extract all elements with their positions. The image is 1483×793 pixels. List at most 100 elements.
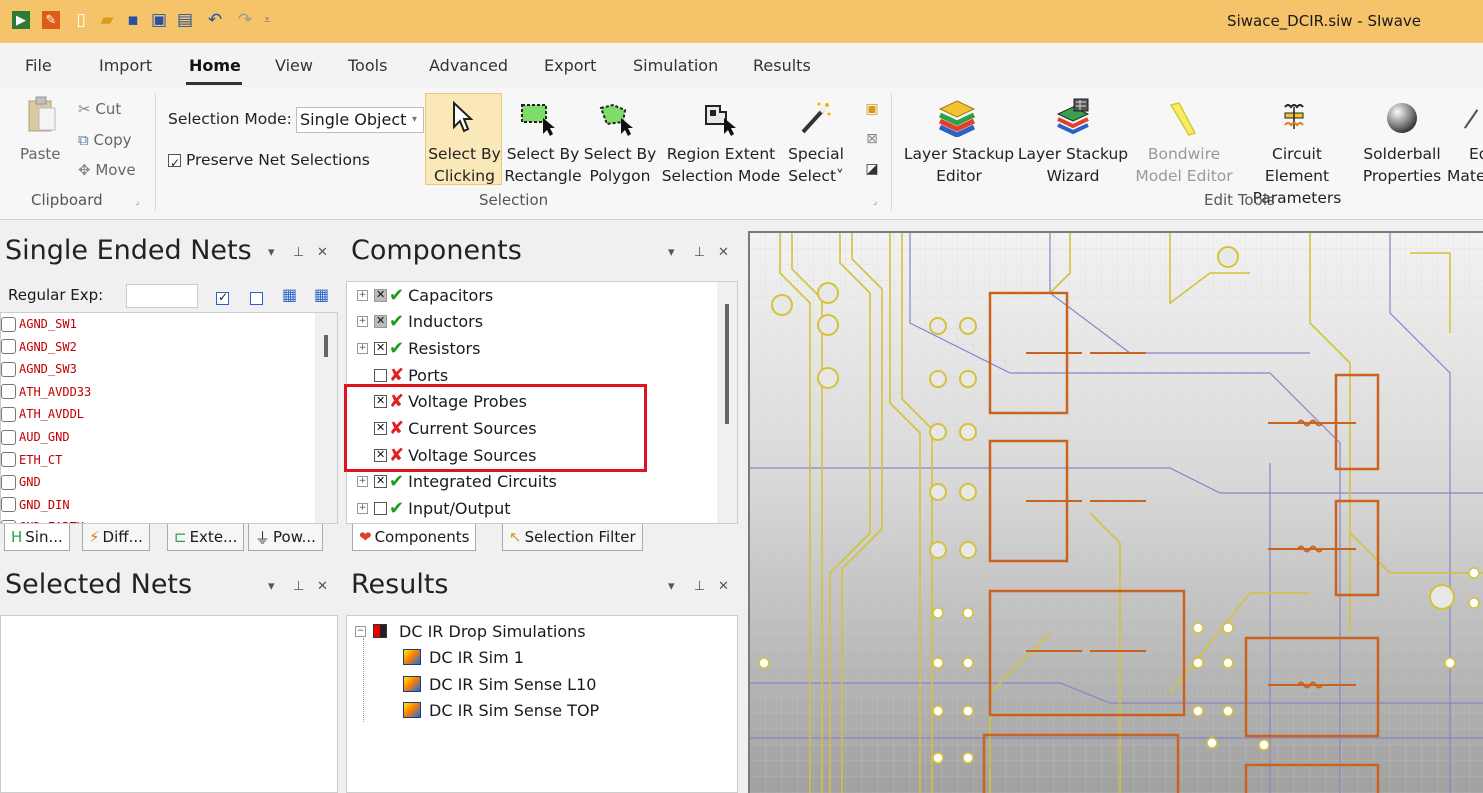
undo-icon[interactable]: ↶	[206, 10, 224, 30]
clipboard-launcher-icon[interactable]: ⌟	[135, 197, 139, 207]
preserve-net-selections-checkbox[interactable]: Preserve Net Selections	[168, 149, 370, 174]
menu-import[interactable]: Import	[99, 56, 152, 75]
net-checkbox[interactable]	[1, 361, 16, 377]
filter-grid-alt-icon[interactable]: ▦	[314, 285, 329, 304]
bondwire-model-editor-button[interactable]: Bondwire Model Editor	[1131, 143, 1237, 187]
check-all-icon[interactable]	[216, 289, 229, 307]
component-checkbox[interactable]	[374, 288, 387, 302]
net-list-item[interactable]: AGND_SW1	[1, 313, 77, 335]
paste-button[interactable]: Paste	[20, 143, 61, 165]
menu-view[interactable]: View	[275, 56, 313, 75]
save-all-icon[interactable]: ▤	[176, 10, 194, 30]
select-by-polygon-button[interactable]: Select By Polygon	[583, 143, 657, 187]
cut-button[interactable]: ✂ Cut	[78, 98, 121, 120]
panel-menu-icon[interactable]: ▾	[668, 245, 675, 260]
net-list-item[interactable]: AGND_SW3	[1, 358, 77, 380]
menu-simulation[interactable]: Simulation	[633, 56, 718, 75]
net-list-item[interactable]: GND	[1, 471, 41, 493]
tab-single-ended[interactable]: H Sin...	[4, 524, 70, 551]
net-checkbox[interactable]	[1, 406, 16, 422]
expand-icon[interactable]: +	[357, 503, 368, 515]
scroll-thumb[interactable]	[324, 335, 328, 357]
special-select-button[interactable]: Special Select˅	[785, 143, 847, 187]
expand-icon[interactable]: +	[357, 476, 368, 488]
net-list-item[interactable]: AGND_SW2	[1, 336, 77, 358]
uncheck-all-icon[interactable]	[250, 289, 263, 307]
select-by-rectangle-button[interactable]: Select By Rectangle	[504, 143, 582, 187]
customize-icon[interactable]: ⩡	[258, 11, 276, 29]
redo-icon[interactable]: ↷	[236, 10, 254, 30]
menu-file[interactable]: File	[25, 56, 52, 75]
net-list-item[interactable]: AUD_GND	[1, 426, 70, 448]
component-checkbox[interactable]	[374, 314, 387, 329]
components-scrollbar[interactable]	[717, 282, 737, 523]
select-small-icon-1[interactable]: ▣	[862, 99, 882, 119]
regex-input[interactable]	[126, 284, 198, 308]
menu-export[interactable]: Export	[544, 56, 596, 75]
component-tree-item[interactable]: + ✔Inductors	[357, 309, 483, 335]
component-checkbox[interactable]	[374, 368, 387, 382]
solderball-properties-button[interactable]: Solderball Properties	[1358, 143, 1446, 187]
save-icon[interactable]: ▪	[124, 10, 142, 30]
selection-launcher-icon[interactable]: ⌟	[873, 197, 877, 207]
panel-menu-icon[interactable]: ▾	[668, 579, 675, 594]
net-list-item[interactable]: GND_EARTH	[1, 516, 84, 523]
save-as-icon[interactable]: ▣	[150, 10, 168, 30]
component-checkbox[interactable]	[374, 502, 387, 516]
tab-extended[interactable]: ⊏ Exte...	[167, 524, 245, 551]
pcb-layout-canvas[interactable]	[748, 231, 1483, 793]
selection-mode-select[interactable]: Single Object ▾	[296, 107, 424, 133]
panel-menu-icon[interactable]: ▾	[268, 245, 275, 260]
tab-selection-filter[interactable]: ↖ Selection Filter	[502, 524, 643, 551]
net-checkbox[interactable]	[1, 316, 16, 332]
paste-icon[interactable]	[24, 95, 60, 135]
pin-icon[interactable]: ⊥	[293, 579, 304, 594]
result-item[interactable]: DC IR Sim 1	[403, 644, 524, 670]
component-checkbox[interactable]	[374, 474, 387, 489]
select-small-icon-3[interactable]: ◪	[862, 159, 882, 179]
select-small-icon-2[interactable]: ⊠	[862, 129, 882, 149]
tab-components[interactable]: ❤ Components	[352, 524, 477, 551]
component-tree-item[interactable]: + ✔ Input/Output	[357, 496, 511, 522]
select-by-clicking-button[interactable]: Select By Clicking	[427, 143, 502, 187]
edit-materials-button[interactable]: Ed Mate	[1447, 143, 1483, 187]
net-list-item[interactable]: ATH_AVDD33	[1, 381, 91, 403]
net-checkbox[interactable]	[1, 452, 16, 468]
layer-stackup-editor-button[interactable]: Layer Stackup Editor	[903, 143, 1015, 187]
net-checkbox[interactable]	[1, 474, 16, 490]
result-item[interactable]: DC IR Sim Sense TOP	[403, 697, 599, 723]
result-item[interactable]: DC IR Sim Sense L10	[403, 671, 596, 697]
expand-icon[interactable]: +	[357, 342, 368, 354]
close-icon[interactable]: ✕	[317, 245, 328, 260]
region-extent-selection-mode-button[interactable]: Region Extent Selection Mode	[660, 143, 782, 187]
pin-icon[interactable]: ⊥	[694, 579, 705, 594]
menu-home[interactable]: Home	[189, 56, 241, 75]
new-icon[interactable]: ▯	[72, 10, 90, 30]
net-list-scrollbar[interactable]	[315, 313, 337, 523]
net-checkbox[interactable]	[1, 497, 16, 513]
copy-button[interactable]: ⧉ Copy	[78, 129, 132, 151]
collapse-icon[interactable]: −	[355, 625, 366, 637]
expand-icon[interactable]: +	[357, 289, 368, 301]
results-root[interactable]: − DC IR Drop Simulations	[355, 618, 586, 644]
component-tree-item[interactable]: + ✔Resistors	[357, 335, 480, 361]
layer-stackup-wizard-button[interactable]: Layer Stackup Wizard	[1017, 143, 1129, 187]
scroll-thumb[interactable]	[725, 304, 729, 424]
tools-icon[interactable]: ✎	[42, 11, 60, 29]
panel-menu-icon[interactable]: ▾	[268, 579, 275, 594]
tab-differential[interactable]: ⚡ Diff...	[82, 524, 150, 551]
expand-icon[interactable]: +	[357, 316, 368, 328]
pin-icon[interactable]: ⊥	[293, 245, 304, 260]
net-list-item[interactable]: ETH_CT	[1, 449, 62, 471]
move-button[interactable]: ✥ Move	[78, 159, 136, 181]
component-tree-item[interactable]: + ✔Capacitors	[357, 282, 493, 308]
net-checkbox[interactable]	[1, 339, 16, 355]
net-list-item[interactable]: ATH_AVDDL	[1, 403, 84, 425]
tab-power[interactable]: ⏚ Pow...	[248, 524, 323, 551]
close-icon[interactable]: ✕	[718, 245, 729, 260]
open-icon[interactable]: ▰	[98, 10, 116, 30]
menu-tools[interactable]: Tools	[348, 56, 387, 75]
menu-advanced[interactable]: Advanced	[429, 56, 508, 75]
component-tree-item[interactable]: + ✔Integrated Circuits	[357, 469, 557, 495]
close-icon[interactable]: ✕	[718, 579, 729, 594]
